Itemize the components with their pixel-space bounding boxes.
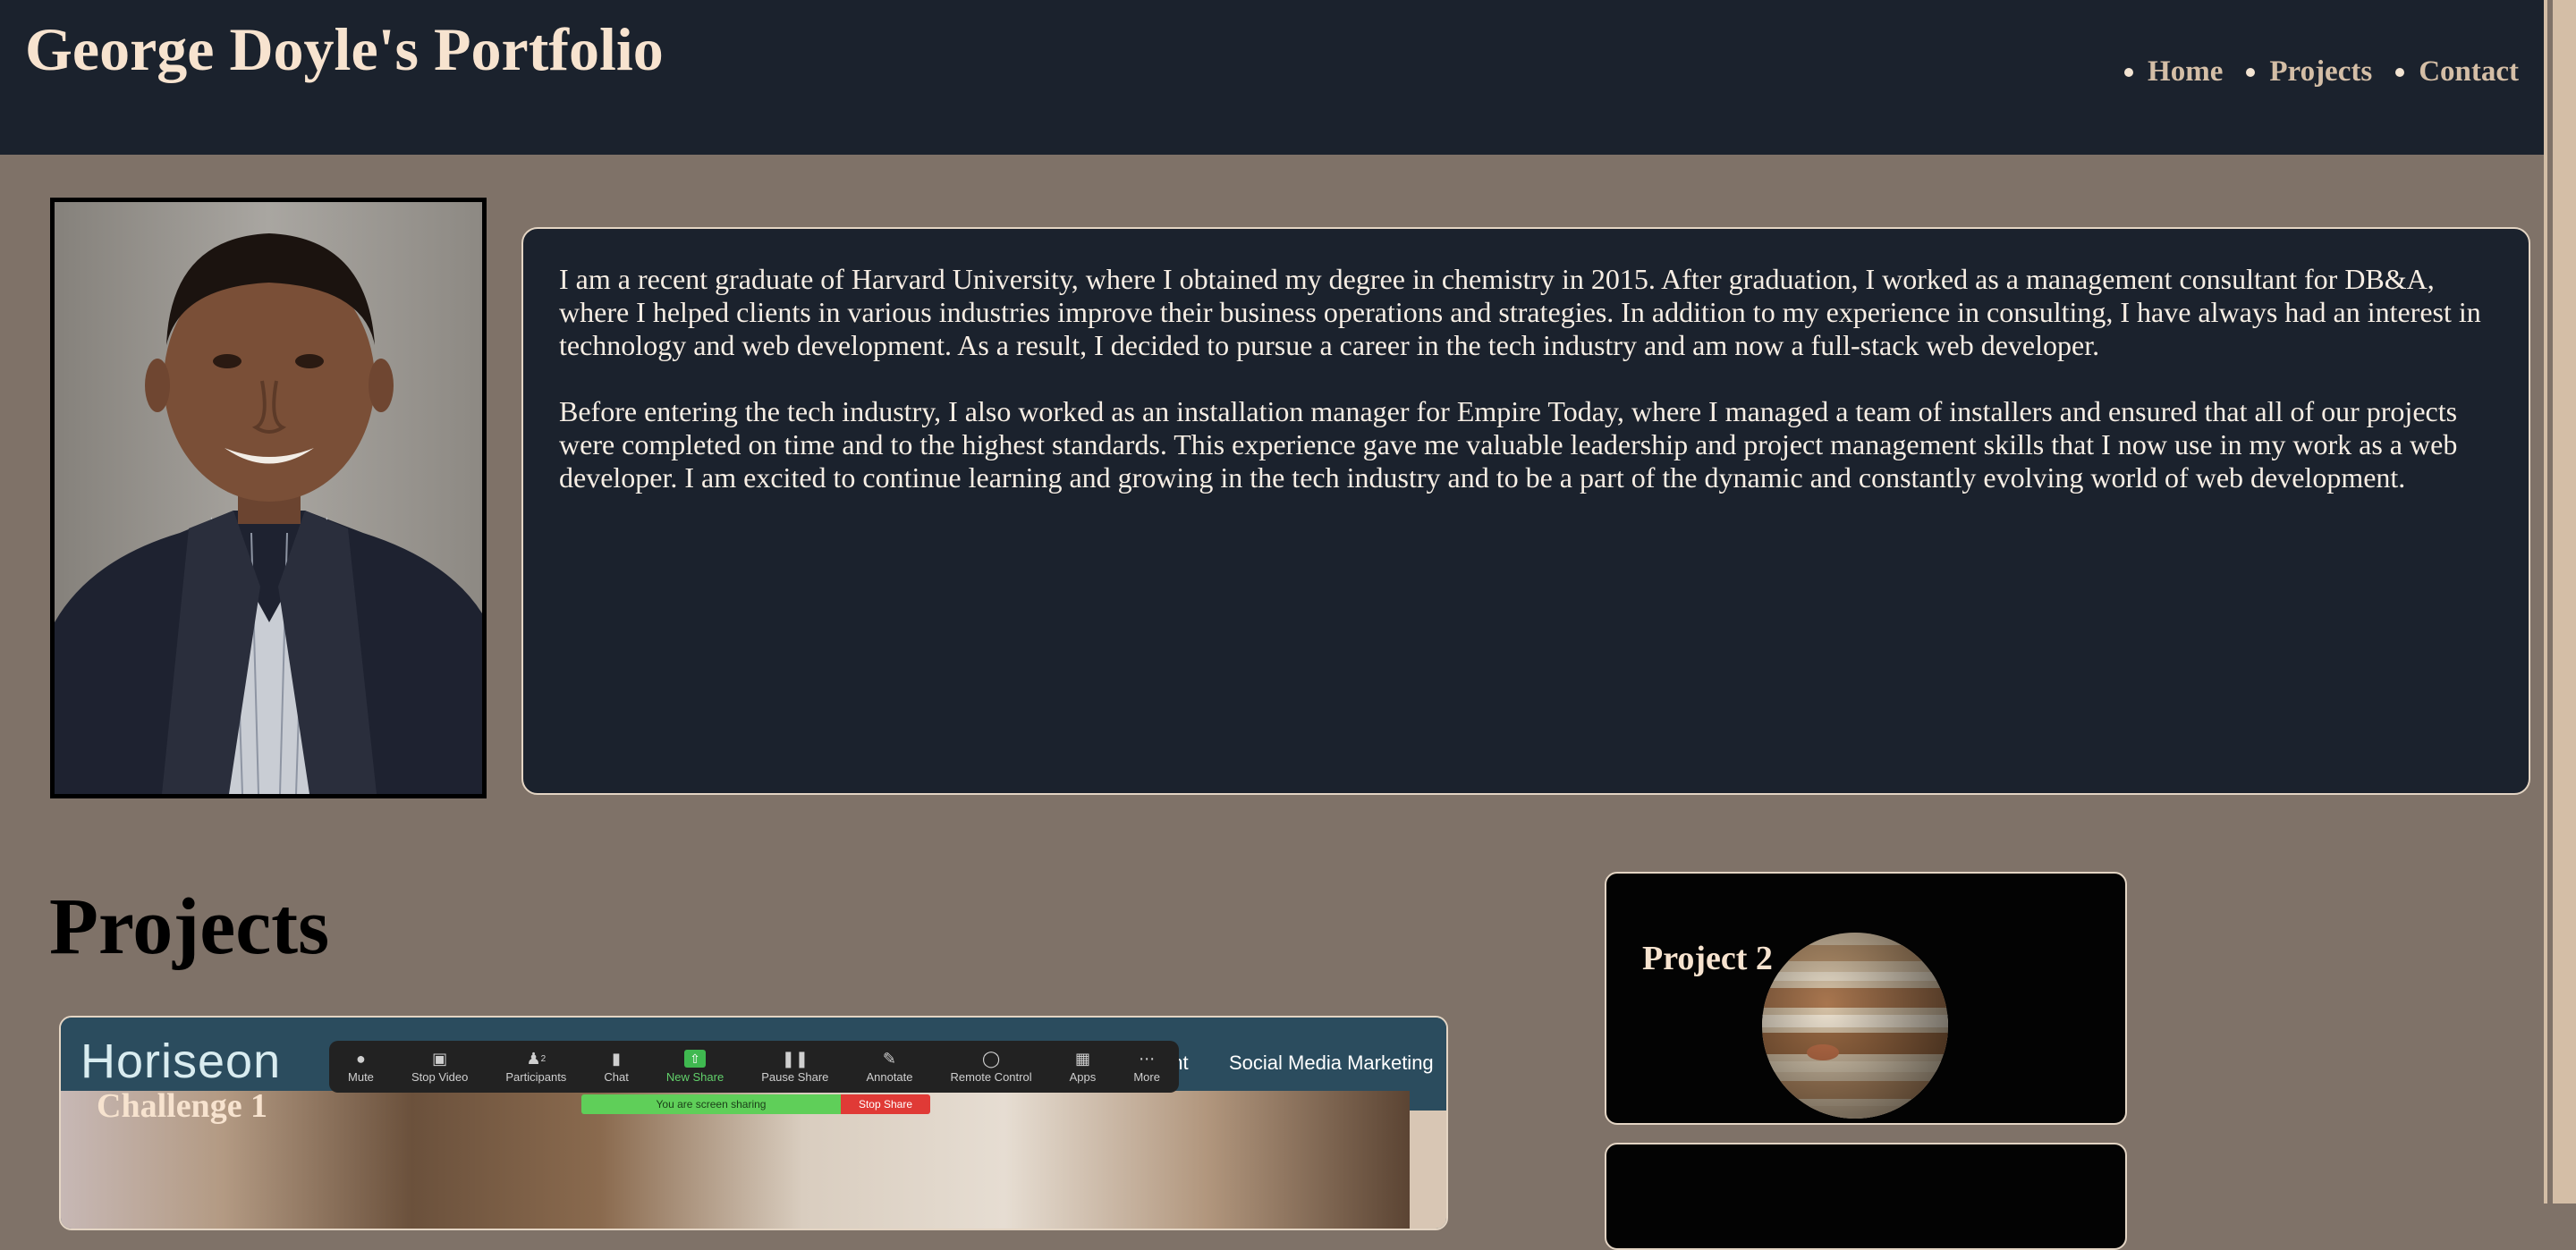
- about-paragraph-2: Before entering the tech industry, I als…: [559, 395, 2458, 494]
- project-card-project-2[interactable]: Project 2: [1605, 872, 2127, 1125]
- chat-icon: ▮: [612, 1049, 622, 1068]
- nav-item-contact[interactable]: Contact: [2395, 55, 2519, 89]
- zoom-participants-button[interactable]: ♟ 2 Participants: [505, 1049, 567, 1085]
- zoom-annotate-button[interactable]: ✎ Annotate: [866, 1049, 913, 1085]
- screen-share-status-bar: You are screen sharing Stop Share: [581, 1094, 930, 1114]
- horiseon-nav-social-media: Social Media Marketing: [1229, 1052, 1434, 1074]
- screen-sharing-indicator: You are screen sharing: [581, 1094, 841, 1114]
- video-camera-icon: ▣: [432, 1049, 448, 1068]
- zoom-chat-button[interactable]: ▮ Chat: [604, 1049, 629, 1085]
- project-card-label: Project 2: [1642, 940, 1773, 977]
- about-section: I am a recent graduate of Harvard Univer…: [521, 227, 2530, 795]
- participants-count: 2: [540, 1053, 547, 1064]
- zoom-btn-label: Stop Video: [411, 1070, 469, 1084]
- zoom-toolbar: ● Mute ▣ Stop Video ♟ 2 Participants ▮ Ch…: [329, 1041, 1179, 1093]
- more-dots-icon: ⋯: [1139, 1049, 1156, 1068]
- jupiter-image: [1762, 933, 1948, 1119]
- zoom-btn-label: New Share: [665, 1070, 724, 1084]
- zoom-mute-button[interactable]: ● Mute: [348, 1049, 374, 1085]
- site-header: George Doyle's Portfolio Home Projects C…: [0, 0, 2544, 155]
- site-title: George Doyle's Portfolio: [25, 15, 664, 83]
- mouse-icon: ◯: [981, 1049, 1001, 1068]
- share-up-arrow-icon: ⇧: [684, 1050, 707, 1068]
- zoom-btn-label: Apps: [1069, 1070, 1097, 1084]
- projects-heading: Projects: [49, 883, 330, 971]
- horiseon-logo: Horiseon: [80, 1035, 282, 1088]
- participants-icon: ♟ 2: [526, 1049, 547, 1068]
- nav-item-projects[interactable]: Projects: [2246, 55, 2372, 89]
- pause-icon: ❚❚: [781, 1049, 809, 1068]
- pencil-icon: ✎: [882, 1049, 897, 1068]
- nav-item-home[interactable]: Home: [2124, 55, 2223, 89]
- zoom-remote-control-button[interactable]: ◯ Remote Control: [950, 1049, 1032, 1085]
- profile-photo: [50, 198, 487, 798]
- zoom-stop-video-button[interactable]: ▣ Stop Video: [411, 1049, 469, 1085]
- project-card-label: Challenge 1: [97, 1087, 268, 1125]
- scrollbar-thumb[interactable]: [2547, 0, 2553, 1204]
- about-paragraph-1: I am a recent graduate of Harvard Univer…: [559, 263, 2481, 361]
- project-card-3[interactable]: [1605, 1143, 2127, 1250]
- project-card-challenge-1[interactable]: Horiseon ent Social Media Marketing ● Mu…: [59, 1016, 1448, 1230]
- stop-share-button[interactable]: Stop Share: [841, 1094, 930, 1114]
- zoom-new-share-button[interactable]: ⇧ New Share: [666, 1050, 724, 1084]
- zoom-btn-label: Chat: [604, 1070, 629, 1084]
- zoom-btn-label: Participants: [505, 1070, 567, 1084]
- nav-list: Home Projects Contact: [2124, 55, 2519, 89]
- zoom-more-button[interactable]: ⋯ More: [1133, 1049, 1160, 1085]
- apps-icon: ▦: [1074, 1049, 1090, 1068]
- microphone-icon: ●: [356, 1049, 366, 1068]
- zoom-pause-share-button[interactable]: ❚❚ Pause Share: [761, 1049, 829, 1085]
- zoom-btn-label: Annotate: [866, 1070, 913, 1084]
- horiseon-side-panel: [1410, 1111, 1446, 1229]
- zoom-btn-label: Remote Control: [950, 1070, 1032, 1084]
- portrait-illustration: [55, 202, 482, 794]
- zoom-apps-button[interactable]: ▦ Apps: [1069, 1049, 1097, 1085]
- zoom-btn-label: More: [1133, 1070, 1160, 1084]
- zoom-btn-label: Pause Share: [761, 1070, 829, 1084]
- zoom-btn-label: Mute: [348, 1070, 374, 1084]
